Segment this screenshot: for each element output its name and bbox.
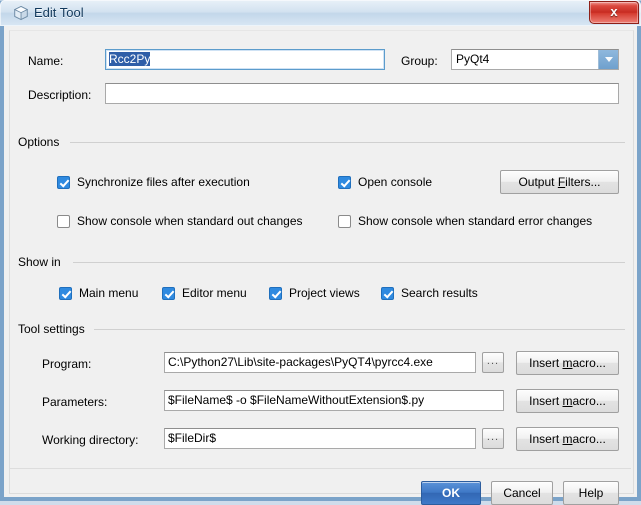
checkbox-box[interactable]	[59, 286, 72, 300]
footer-separator	[10, 468, 631, 469]
parameters-insert-macro-button[interactable]: Insert macro...	[516, 389, 619, 413]
checkbox-project-views[interactable]: Project views	[269, 286, 360, 300]
group-combobox-value: PyQt4	[456, 52, 490, 66]
tool-settings-group-title: Tool settings	[18, 322, 91, 336]
program-input-value: C:\Python27\Lib\site-packages\PyQT4\pyrc…	[168, 355, 433, 369]
dialog-titlebar[interactable]: Edit Tool x	[0, 0, 641, 26]
working-directory-insert-macro-button[interactable]: Insert macro...	[516, 427, 619, 451]
options-group-title: Options	[18, 135, 66, 149]
output-filters-button-label: Output Filters...	[518, 175, 601, 189]
close-icon: x	[610, 4, 618, 19]
checkbox-label: Synchronize files after execution	[77, 175, 250, 189]
checkbox-synchronize-files[interactable]: Synchronize files after execution	[57, 175, 250, 189]
program-label: Program:	[42, 357, 92, 371]
checkbox-label: Search results	[401, 286, 478, 300]
checkbox-box[interactable]	[57, 175, 70, 189]
checkbox-label: Show console when standard out changes	[77, 214, 303, 228]
checkbox-label: Open console	[358, 175, 433, 189]
checkbox-label: Editor menu	[182, 286, 247, 300]
parameters-label: Parameters:	[42, 395, 108, 409]
cancel-button[interactable]: Cancel	[491, 481, 553, 505]
checkbox-box[interactable]	[338, 214, 351, 228]
group-label: Group:	[401, 54, 438, 68]
help-button-label: Help	[578, 486, 604, 500]
parameters-input[interactable]: $FileName$ -o $FileNameWithoutExtension$…	[164, 390, 504, 411]
working-directory-insert-macro-label: Insert macro...	[529, 432, 606, 446]
checkbox-box[interactable]	[269, 286, 282, 300]
checkbox-box[interactable]	[57, 214, 70, 228]
working-directory-input[interactable]: $FileDir$	[164, 428, 476, 449]
show-in-group-title: Show in	[18, 255, 67, 269]
program-insert-macro-button[interactable]: Insert macro...	[516, 351, 619, 375]
options-group-line	[70, 142, 625, 143]
group-combobox[interactable]: PyQt4	[451, 49, 619, 70]
checkbox-label: Show console when standard error changes	[358, 214, 593, 228]
program-insert-macro-label: Insert macro...	[529, 356, 606, 370]
checkbox-search-results[interactable]: Search results	[381, 286, 478, 300]
program-browse-label: ...	[486, 354, 500, 367]
help-button[interactable]: Help	[563, 481, 619, 505]
dialog-content: Name: Rcc2Py Group: PyQt4 Description: O…	[4, 26, 637, 505]
working-directory-browse-label: ...	[486, 430, 500, 443]
ok-button[interactable]: OK	[421, 481, 481, 505]
window-title: Edit Tool	[34, 5, 84, 20]
dialog-content-inner: Name: Rcc2Py Group: PyQt4 Description: O…	[9, 30, 634, 505]
checkbox-box[interactable]	[162, 286, 175, 300]
working-directory-input-value: $FileDir$	[168, 431, 217, 445]
output-filters-button[interactable]: Output Filters...	[500, 170, 619, 194]
chevron-down-icon[interactable]	[598, 50, 618, 69]
program-input[interactable]: C:\Python27\Lib\site-packages\PyQT4\pyrc…	[164, 352, 476, 373]
name-input-value: Rcc2Py	[109, 52, 151, 66]
checkbox-box[interactable]	[381, 286, 394, 300]
cancel-button-label: Cancel	[503, 486, 541, 500]
parameters-insert-macro-label: Insert macro...	[529, 394, 606, 408]
close-button[interactable]: x	[589, 1, 639, 24]
checkbox-label: Main menu	[79, 286, 139, 300]
parameters-input-value: $FileName$ -o $FileNameWithoutExtension$…	[168, 393, 425, 407]
checkbox-box[interactable]	[338, 175, 351, 189]
checkbox-show-console-stdout[interactable]: Show console when standard out changes	[57, 214, 303, 228]
edit-tool-dialog: Edit Tool x Name: Rcc2Py Group: PyQt4 De…	[0, 0, 641, 505]
ok-button-label: OK	[442, 486, 460, 500]
checkbox-show-console-stderr[interactable]: Show console when standard error changes	[338, 214, 592, 228]
description-label: Description:	[28, 88, 92, 102]
name-label: Name:	[28, 54, 64, 68]
checkbox-main-menu[interactable]: Main menu	[59, 286, 138, 300]
program-browse-button[interactable]: ...	[482, 352, 504, 373]
show-in-group-line	[73, 262, 625, 263]
name-input[interactable]: Rcc2Py	[105, 49, 385, 70]
working-directory-label: Working directory:	[42, 433, 139, 447]
description-input[interactable]	[105, 83, 619, 104]
tool-settings-group-line	[94, 329, 625, 330]
working-directory-browse-button[interactable]: ...	[482, 428, 504, 449]
checkbox-open-console[interactable]: Open console	[338, 175, 432, 189]
checkbox-editor-menu[interactable]: Editor menu	[162, 286, 247, 300]
checkbox-label: Project views	[289, 286, 360, 300]
cube-icon	[13, 5, 29, 21]
